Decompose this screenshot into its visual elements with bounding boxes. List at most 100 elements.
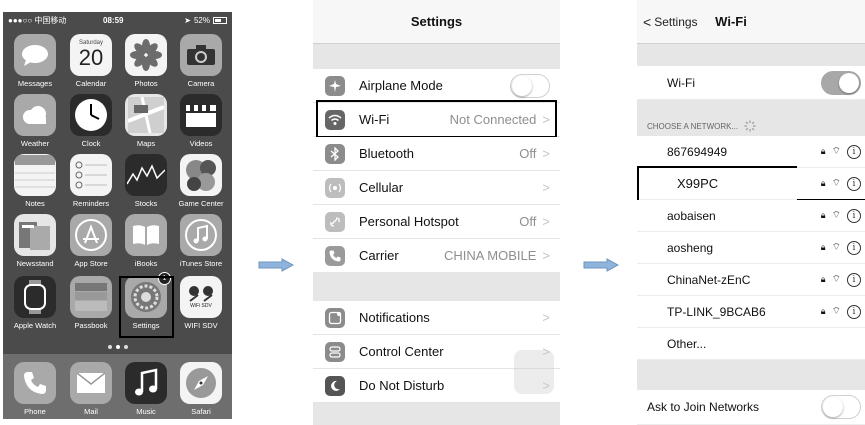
lock-icon: 🔒︎ [820, 242, 826, 252]
wifi-navbar: < Settings Wi-Fi [637, 0, 865, 44]
wifi-toggle-row: Wi-Fi [637, 66, 865, 100]
airplane-mode-toggle[interactable] [510, 73, 550, 98]
dock-mail[interactable]: Mail [62, 362, 120, 416]
photos-icon [125, 34, 167, 76]
notifications-icon [325, 307, 345, 328]
arrow-right-icon [258, 258, 294, 272]
wifi-signal-icon: ⌔ [831, 178, 841, 189]
settings-row-bluetooth[interactable]: Bluetooth Off > [313, 137, 560, 171]
app-messages[interactable]: Messages [6, 34, 64, 88]
iphone-home-screen: ●●●○○ 中国移动 08:59 ➤ 52% Messages Saturday… [3, 12, 232, 419]
network-row[interactable]: aobaisen 🔒︎ ⌔ i [637, 200, 865, 232]
info-icon[interactable]: i [847, 208, 861, 223]
loading-spinner-icon [744, 120, 756, 132]
hotspot-icon [325, 211, 345, 232]
game-center-icon [180, 154, 222, 196]
settings-row-cellular[interactable]: Cellular > [313, 171, 560, 205]
dock-phone[interactable]: Phone [6, 362, 64, 416]
settings-row-airplane-mode[interactable]: Airplane Mode [313, 69, 560, 103]
chevron-right-icon: > [542, 214, 550, 229]
videos-icon [180, 94, 222, 136]
wifi-sdv-icon-text: WiFi SDV [190, 303, 212, 309]
dock-safari[interactable]: Safari [172, 362, 230, 416]
app-game-center[interactable]: Game Center [172, 154, 230, 208]
settings-row-personal-hotspot[interactable]: Personal Hotspot Off > [313, 205, 560, 239]
safari-icon [180, 362, 222, 404]
info-icon[interactable]: i [847, 176, 861, 191]
wifi-signal-icon: ⌔ [831, 274, 841, 285]
wifi-signal-icon: ⌔ [831, 306, 841, 317]
app-weather[interactable]: Weather [6, 94, 64, 148]
chevron-left-icon: < [643, 13, 652, 30]
dock-music[interactable]: Music [117, 362, 175, 416]
page-title: Settings [410, 14, 463, 29]
ask-to-join-row: Ask to Join Networks [637, 390, 865, 425]
network-row[interactable]: 867694949 🔒︎ ⌔ i [637, 136, 865, 168]
wifi-signal-icon: ⌔ [831, 242, 841, 253]
settings-app-highlight [119, 276, 174, 338]
app-newsstand[interactable]: Newsstand [6, 214, 64, 268]
chevron-right-icon: > [542, 146, 550, 161]
settings-row-notifications[interactable]: Notifications > [313, 301, 560, 335]
app-wifi-sdv[interactable]: WiFi SDV WIFI SDV [172, 276, 230, 330]
mail-icon [70, 362, 112, 404]
app-camera[interactable]: Camera [172, 34, 230, 88]
app-passbook[interactable]: Passbook [62, 276, 120, 330]
moon-icon [325, 375, 345, 396]
app-maps[interactable]: Maps [117, 94, 175, 148]
settings-row-carrier[interactable]: Carrier CHINA MOBILE > [313, 239, 560, 273]
lock-icon: 🔒︎ [820, 274, 826, 284]
app-clock[interactable]: Clock [62, 94, 120, 148]
app-calendar[interactable]: Saturday 20 Calendar [62, 34, 120, 88]
info-icon[interactable]: i [847, 144, 861, 159]
lock-icon: 🔒︎ [820, 178, 826, 188]
calendar-icon: Saturday 20 [70, 34, 112, 76]
app-ibooks[interactable]: iBooks [117, 214, 175, 268]
bluetooth-icon [325, 143, 345, 164]
app-itunes-store[interactable]: iTunes Store [172, 214, 230, 268]
other-network-row[interactable]: Other... [637, 328, 865, 360]
info-icon[interactable]: i [847, 240, 861, 255]
newsstand-icon [14, 214, 56, 256]
calendar-day: 20 [78, 45, 104, 70]
settings-navbar: Settings [313, 0, 560, 44]
carrier-signal: ●●●○○ 中国移动 [8, 15, 67, 25]
reminders-icon [70, 154, 112, 196]
app-apple-watch[interactable]: Apple Watch [6, 276, 64, 330]
chevron-right-icon: > [542, 248, 550, 263]
app-stocks[interactable]: Stocks [117, 154, 175, 208]
app-notes[interactable]: Notes [6, 154, 64, 208]
app-app-store[interactable]: App Store [62, 214, 120, 268]
passbook-icon [70, 276, 112, 318]
lock-icon: 🔒︎ [820, 306, 826, 316]
wifi-screen: < Settings Wi-Fi Wi-Fi CHOOSE A NETWORK.… [637, 0, 865, 425]
app-photos[interactable]: Photos [117, 34, 175, 88]
wifi-signal-icon: ⌔ [831, 146, 841, 157]
status-bar: ●●●○○ 中国移动 08:59 ➤ 52% [3, 12, 232, 28]
wifi-toggle[interactable] [821, 70, 861, 95]
weather-icon [14, 94, 56, 136]
phone-icon [325, 245, 345, 266]
status-time: 08:59 [103, 15, 124, 25]
battery-icon [213, 16, 227, 24]
assistive-touch-button[interactable] [514, 350, 554, 394]
network-row[interactable]: aosheng 🔒︎ ⌔ i [637, 232, 865, 264]
control-center-icon [325, 341, 345, 362]
info-icon[interactable]: i [847, 304, 861, 319]
cellular-icon [325, 177, 345, 198]
arrow-right-icon [583, 258, 619, 272]
network-section-header: CHOOSE A NETWORK... [647, 120, 756, 132]
app-videos[interactable]: Videos [172, 94, 230, 148]
back-button[interactable]: < Settings [637, 14, 698, 30]
ibooks-icon [125, 214, 167, 256]
network-row[interactable]: TP-LINK_9BCAB6 🔒︎ ⌔ i [637, 296, 865, 328]
ask-to-join-toggle[interactable] [821, 395, 861, 419]
location-icon: ➤ [184, 15, 191, 25]
phone-icon [14, 362, 56, 404]
app-reminders[interactable]: Reminders [62, 154, 120, 208]
clock-icon [70, 94, 112, 136]
battery-percent: 52% [193, 15, 210, 25]
network-row[interactable]: ChinaNet-zEnC 🔒︎ ⌔ i [637, 264, 865, 296]
info-icon[interactable]: i [847, 272, 861, 287]
wifi-signal-icon: ⌔ [831, 210, 841, 221]
